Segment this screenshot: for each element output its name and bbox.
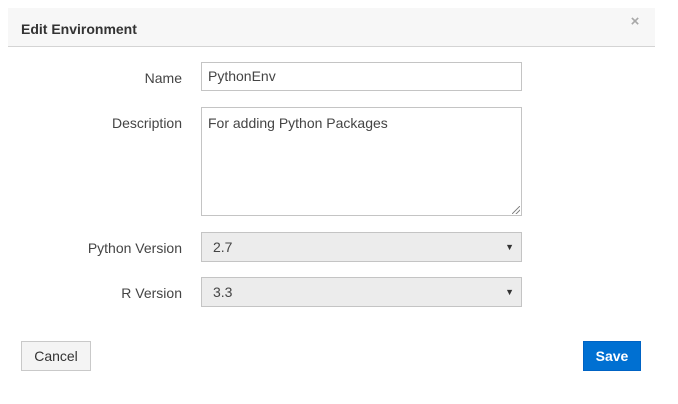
edit-environment-dialog: Edit Environment × Name PythonEnv Descri… [0,0,678,404]
name-label: Name [144,70,182,86]
resize-handle-icon[interactable] [512,206,520,214]
dialog-header: Edit Environment [8,8,655,47]
python-version-select[interactable]: 2.7 ▼ [201,232,522,262]
python-version-value: 2.7 [213,239,233,255]
description-label: Description [111,115,182,131]
close-icon[interactable]: × [628,14,642,30]
cancel-button[interactable]: Cancel [21,341,91,371]
description-text: For adding Python Packages [208,115,388,131]
python-version-label: Python Version [87,240,182,256]
save-button[interactable]: Save [583,341,641,371]
chevron-down-icon: ▼ [505,287,514,297]
dialog-title: Edit Environment [21,21,137,37]
r-version-label: R Version [121,285,182,301]
chevron-down-icon: ▼ [505,242,514,252]
r-version-select[interactable]: 3.3 ▼ [201,277,522,307]
description-textarea[interactable]: For adding Python Packages [201,107,522,216]
name-input[interactable]: PythonEnv [201,62,522,91]
r-version-value: 3.3 [213,284,233,300]
